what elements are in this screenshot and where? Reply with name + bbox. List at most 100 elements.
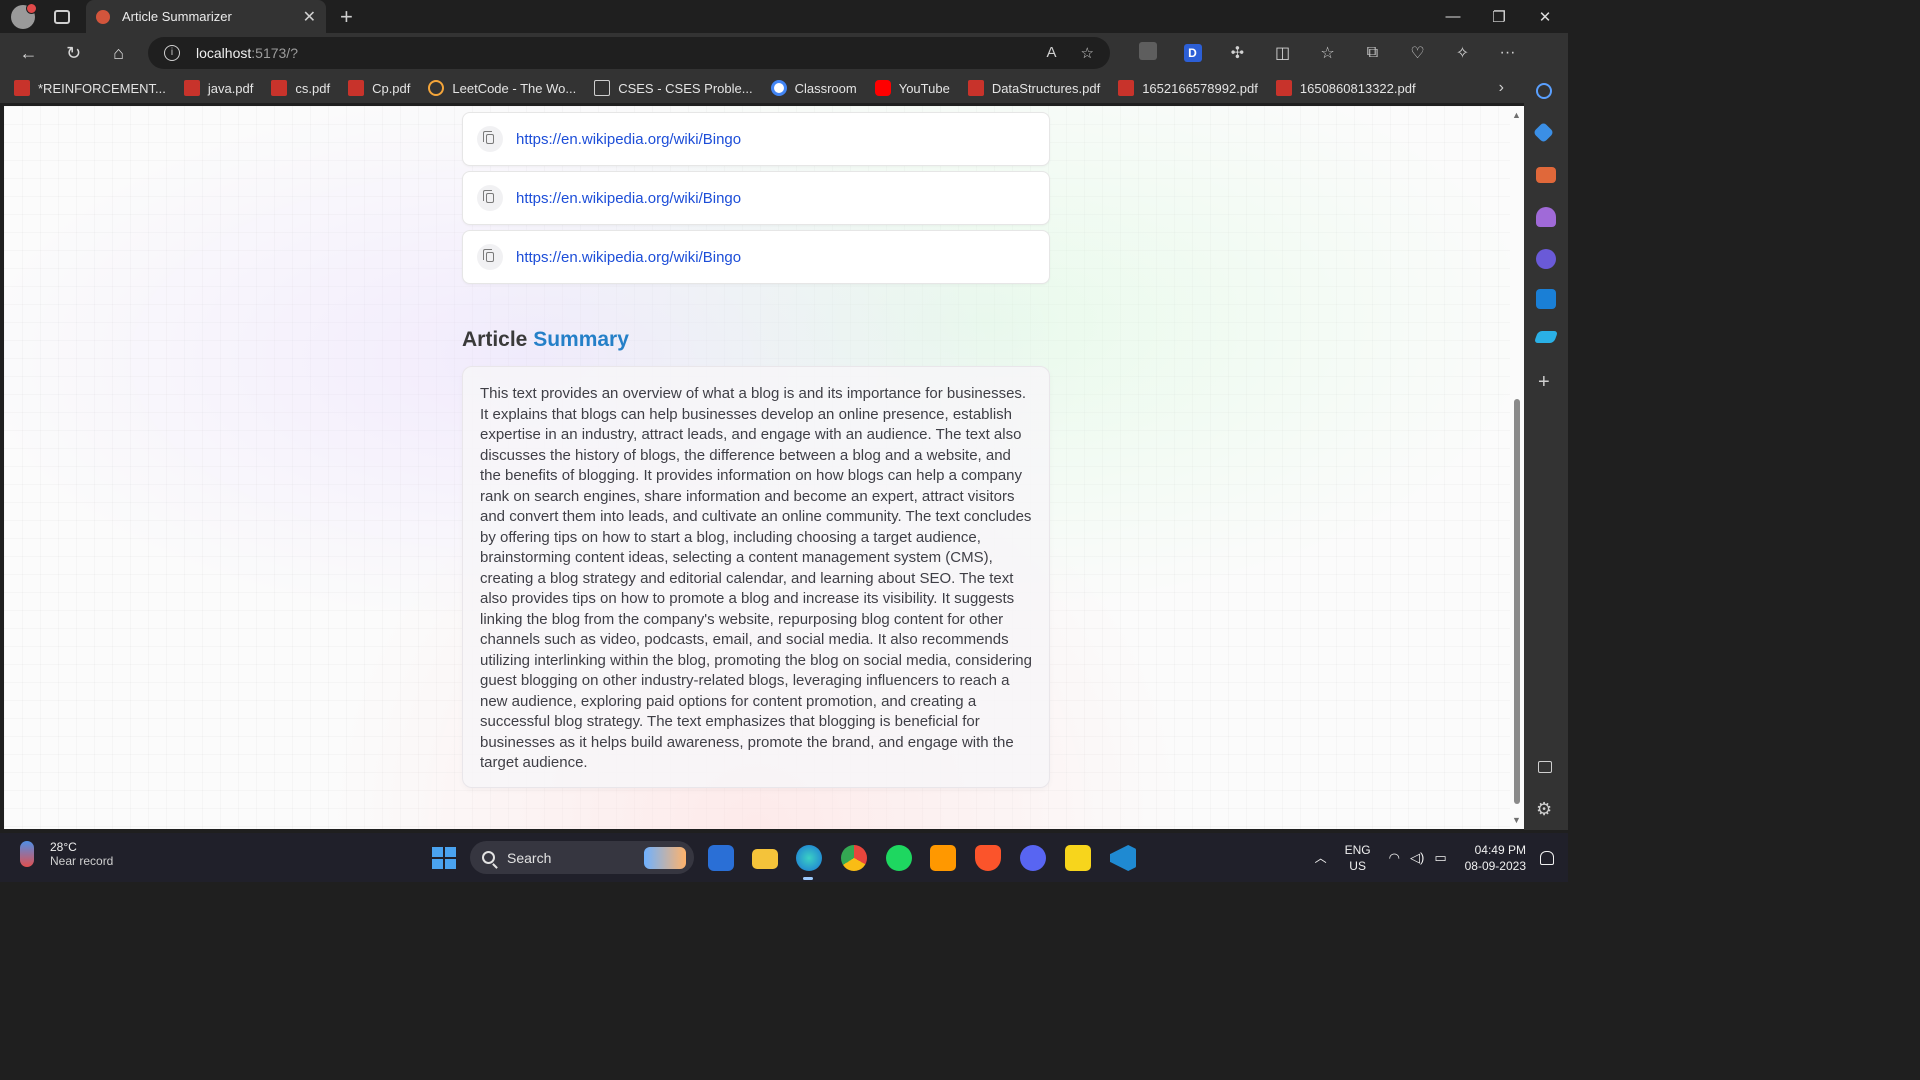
bookmark-item[interactable]: cs.pdf bbox=[271, 80, 330, 96]
bookmark-item[interactable]: LeetCode - The Wo... bbox=[428, 80, 576, 96]
time: 04:49 PM bbox=[1474, 842, 1526, 857]
sidebar-hide-icon[interactable] bbox=[1538, 761, 1552, 773]
sidebar-shopping-icon[interactable] bbox=[1532, 121, 1555, 144]
pdf-icon bbox=[1118, 80, 1135, 96]
url-host: localhost bbox=[196, 45, 252, 61]
edge-icon[interactable] bbox=[796, 845, 822, 871]
chrome-icon[interactable] bbox=[841, 845, 867, 871]
history-link-card[interactable]: https://en.wikipedia.org/wiki/Bingo bbox=[462, 230, 1050, 284]
sidebar-outlook-icon[interactable] bbox=[1536, 289, 1556, 309]
extension-d-icon[interactable]: D bbox=[1170, 44, 1215, 62]
wifi-icon[interactable]: ◠ bbox=[1389, 850, 1400, 866]
bookmark-item[interactable]: CSES - CSES Proble... bbox=[594, 80, 753, 96]
history-link[interactable]: https://en.wikipedia.org/wiki/Bingo bbox=[516, 190, 741, 207]
file-explorer-icon[interactable] bbox=[752, 849, 778, 869]
performance-icon[interactable]: ♡ bbox=[1395, 43, 1440, 63]
scroll-thumb[interactable] bbox=[1514, 399, 1520, 804]
history-link[interactable]: https://en.wikipedia.org/wiki/Bingo bbox=[516, 131, 741, 148]
vscode-icon[interactable] bbox=[1110, 845, 1136, 871]
pdf-icon bbox=[1275, 80, 1292, 96]
copy-button[interactable] bbox=[477, 185, 503, 211]
pdf-icon bbox=[348, 80, 365, 96]
favicon-icon bbox=[96, 9, 110, 24]
close-tab-icon[interactable]: ✕ bbox=[303, 7, 316, 27]
bookmark-item[interactable]: DataStructures.pdf bbox=[967, 80, 1100, 96]
tab-actions-icon[interactable] bbox=[54, 9, 70, 24]
sidebar-tools-icon[interactable] bbox=[1536, 167, 1556, 183]
window-close-icon[interactable]: ✕ bbox=[1522, 8, 1568, 26]
bookmark-item[interactable]: *REINFORCEMENT... bbox=[14, 80, 166, 96]
copilot-icon[interactable]: ✧ bbox=[1440, 43, 1485, 63]
edge-sidebar: + ⚙ bbox=[1524, 33, 1568, 830]
search-label: Search bbox=[507, 849, 552, 866]
bookmarks-bar: *REINFORCEMENT... java.pdf cs.pdf Cp.pdf… bbox=[0, 73, 1524, 103]
clock[interactable]: 04:49 PM 08-09-2023 bbox=[1465, 842, 1526, 874]
read-aloud-icon[interactable]: A bbox=[1047, 44, 1057, 62]
sidebar-copilot-icon[interactable] bbox=[1536, 249, 1556, 269]
bookmark-item[interactable]: Classroom bbox=[770, 80, 857, 96]
sidebar-add-icon[interactable]: + bbox=[1538, 371, 1550, 394]
copy-button[interactable] bbox=[477, 244, 503, 270]
restore-icon[interactable]: ❐ bbox=[1476, 8, 1522, 26]
start-button[interactable] bbox=[432, 847, 456, 869]
favorite-star-icon[interactable]: ☆ bbox=[1081, 44, 1094, 62]
page-scrollbar[interactable]: ▲ ▼ bbox=[1510, 106, 1524, 829]
weather-widget[interactable]: 28°C Near record bbox=[20, 840, 113, 868]
language-indicator[interactable]: ENG US bbox=[1345, 842, 1371, 874]
thermometer-icon bbox=[20, 841, 34, 867]
discord-icon[interactable] bbox=[1020, 845, 1046, 871]
extensions-puzzle-icon[interactable]: ✣ bbox=[1215, 43, 1260, 63]
pdf-icon bbox=[14, 80, 30, 96]
collections-icon[interactable]: ⧉ bbox=[1350, 44, 1395, 62]
favorites-icon[interactable]: ☆ bbox=[1305, 43, 1350, 63]
weather-condition: Near record bbox=[50, 854, 114, 868]
home-icon[interactable]: ⌂ bbox=[96, 43, 141, 64]
sidebar-settings-icon[interactable]: ⚙ bbox=[1536, 799, 1552, 820]
sticky-notes-icon[interactable] bbox=[1065, 845, 1091, 871]
copy-icon bbox=[483, 249, 494, 262]
sidebar-games-icon[interactable] bbox=[1536, 207, 1556, 227]
history-link-card[interactable]: https://en.wikipedia.org/wiki/Bingo bbox=[462, 112, 1050, 166]
store-preview-icon[interactable] bbox=[708, 845, 734, 871]
minimize-icon[interactable]: — bbox=[1430, 8, 1476, 25]
bookmark-item[interactable]: Cp.pdf bbox=[348, 80, 410, 96]
volume-icon[interactable]: ◁) bbox=[1410, 850, 1424, 866]
spotify-icon[interactable] bbox=[886, 845, 912, 871]
tab-article-summarizer[interactable]: Article Summarizer ✕ bbox=[86, 0, 326, 33]
split-screen-icon[interactable]: ◫ bbox=[1260, 43, 1305, 63]
site-info-icon[interactable]: i bbox=[164, 45, 180, 61]
bookmarks-overflow-icon[interactable]: › bbox=[1499, 79, 1504, 97]
scroll-up-icon[interactable]: ▲ bbox=[1512, 110, 1521, 120]
chevron-up-icon[interactable]: ︿ bbox=[1315, 849, 1327, 866]
back-icon[interactable]: ← bbox=[6, 43, 51, 64]
active-app-indicator bbox=[803, 877, 813, 880]
copy-button[interactable] bbox=[477, 126, 503, 152]
bookmark-item[interactable]: 1652166578992.pdf bbox=[1118, 80, 1258, 96]
sidebar-drop-icon[interactable] bbox=[1533, 331, 1559, 343]
refresh-icon[interactable]: ↻ bbox=[51, 43, 96, 64]
history-link-card[interactable]: https://en.wikipedia.org/wiki/Bingo bbox=[462, 171, 1050, 225]
brave-icon[interactable] bbox=[975, 845, 1001, 871]
copy-icon bbox=[483, 131, 494, 144]
temperature: 28°C bbox=[50, 840, 77, 854]
scroll-down-icon[interactable]: ▼ bbox=[1512, 815, 1521, 825]
taskbar: 28°C Near record Search ︿ ENG US ◠ ◁) ▭ … bbox=[0, 833, 1568, 882]
search-icon bbox=[482, 851, 495, 864]
google-icon bbox=[770, 80, 787, 96]
sidebar-search-icon[interactable] bbox=[1536, 83, 1552, 99]
new-tab-icon[interactable]: + bbox=[340, 4, 353, 30]
bookmark-item[interactable]: 1650860813322.pdf bbox=[1275, 80, 1416, 96]
profile-avatar[interactable] bbox=[11, 2, 37, 29]
history-link[interactable]: https://en.wikipedia.org/wiki/Bingo bbox=[516, 249, 741, 266]
summary-box: This text provides an overview of what a… bbox=[462, 366, 1050, 788]
pdf-icon bbox=[183, 80, 200, 96]
battery-icon[interactable]: ▭ bbox=[1434, 850, 1446, 866]
sublime-text-icon[interactable] bbox=[930, 845, 956, 871]
address-bar[interactable]: i localhost:5173/? A ☆ bbox=[148, 37, 1110, 69]
bookmark-item[interactable]: java.pdf bbox=[183, 80, 253, 96]
taskbar-search[interactable]: Search bbox=[470, 841, 694, 874]
notification-bell-icon[interactable] bbox=[1540, 850, 1554, 865]
document-icon bbox=[594, 80, 611, 96]
extension-icon[interactable] bbox=[1125, 41, 1170, 65]
bookmark-item[interactable]: YouTube bbox=[874, 80, 950, 96]
